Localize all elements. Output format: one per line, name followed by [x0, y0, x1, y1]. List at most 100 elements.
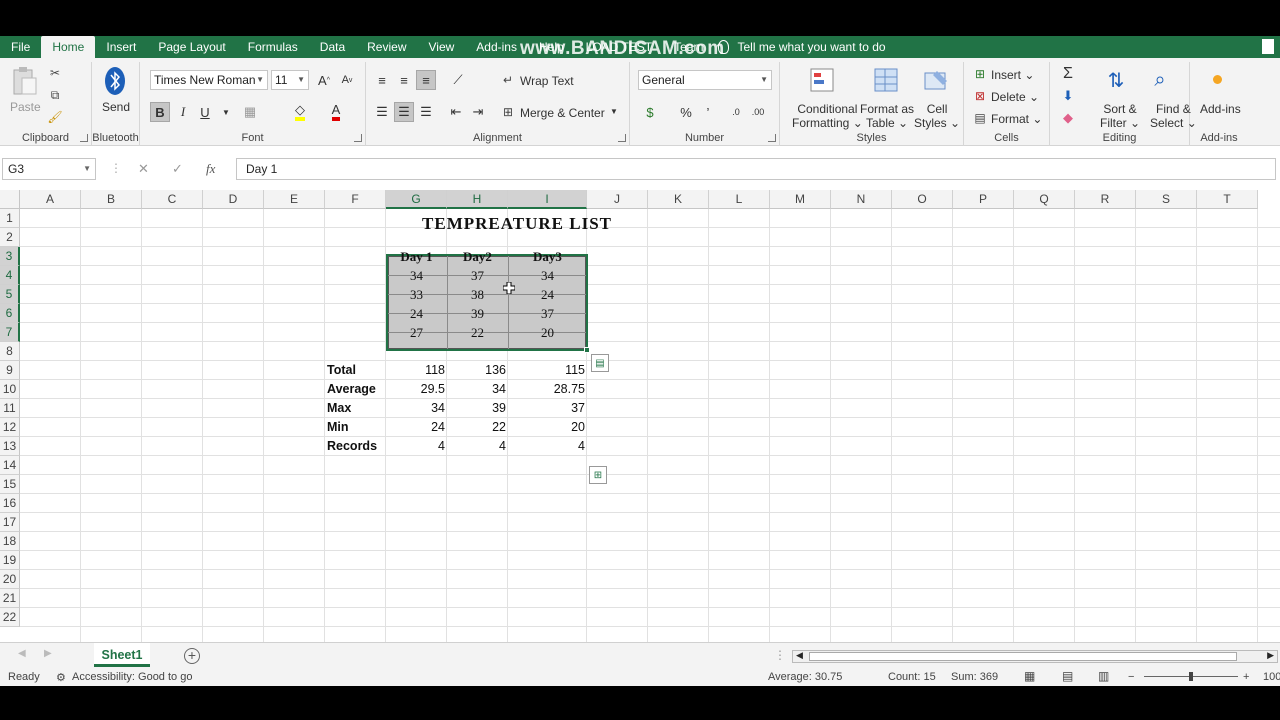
stat-value[interactable]: 20 [508, 418, 587, 437]
paste-icon[interactable] [10, 66, 38, 96]
row-header-14[interactable]: 14 [0, 456, 20, 475]
borders-icon[interactable]: ▦ [240, 102, 260, 122]
decrease-decimal-icon[interactable]: .00 [748, 102, 768, 122]
zoom-level[interactable]: 100 [1263, 671, 1280, 683]
column-header-e[interactable]: E [264, 190, 325, 209]
stat-value[interactable]: 4 [386, 437, 447, 456]
column-header-a[interactable]: A [20, 190, 81, 209]
table-cell[interactable]: 37 [447, 266, 508, 285]
stat-label[interactable]: Records [327, 437, 388, 456]
tab-formulas[interactable]: Formulas [237, 36, 309, 58]
row-header-1[interactable]: 1 [0, 209, 20, 228]
stat-value[interactable]: 4 [508, 437, 587, 456]
scroll-right-icon[interactable]: ▶ [44, 648, 52, 659]
zoom-out-icon[interactable]: − [1128, 671, 1134, 683]
table-cell[interactable]: 24 [508, 285, 587, 304]
scrollbar-thumb[interactable] [809, 652, 1237, 661]
column-header-f[interactable]: F [325, 190, 386, 209]
table-header[interactable]: Day 1 [386, 247, 447, 266]
column-header-k[interactable]: K [648, 190, 709, 209]
column-header-q[interactable]: Q [1014, 190, 1075, 209]
bold-button[interactable]: B [150, 102, 170, 122]
tab-page-layout[interactable]: Page Layout [147, 36, 236, 58]
column-header-c[interactable]: C [142, 190, 203, 209]
number-format-select[interactable]: General ▼ [638, 70, 772, 90]
zoom-slider-thumb[interactable] [1189, 672, 1193, 681]
stat-value[interactable]: 34 [447, 380, 508, 399]
row-header-2[interactable]: 2 [0, 228, 20, 247]
horizontal-scrollbar[interactable]: ◀ ▶ [792, 650, 1278, 663]
tell-me-box[interactable]: Tell me what you want to do [718, 40, 886, 54]
stat-value[interactable]: 4 [447, 437, 508, 456]
table-cell[interactable]: 34 [386, 266, 447, 285]
sheet-tab-sheet1[interactable]: Sheet1 [94, 643, 150, 667]
paste-options-icon[interactable]: ⊞ [589, 466, 607, 484]
stat-value[interactable]: 29.5 [386, 380, 447, 399]
page-layout-view-icon[interactable]: ▤ [1062, 669, 1073, 683]
format-painter-icon[interactable]: 🖌 [46, 108, 64, 126]
align-right-icon[interactable]: ☰ [416, 102, 436, 122]
increase-decimal-icon[interactable]: .0 [726, 102, 746, 122]
row-header-13[interactable]: 13 [0, 437, 20, 456]
row-header-6[interactable]: 6 [0, 304, 20, 323]
bluetooth-icon[interactable] [104, 66, 126, 96]
row-header-22[interactable]: 22 [0, 608, 20, 627]
table-cell[interactable]: 20 [508, 323, 587, 342]
row-header-3[interactable]: 3 [0, 247, 20, 266]
wrap-text-button[interactable]: Wrap Text [520, 74, 574, 88]
stat-value[interactable]: 118 [386, 361, 447, 380]
tab-data[interactable]: Data [309, 36, 356, 58]
row-header-10[interactable]: 10 [0, 380, 20, 399]
italic-button[interactable]: I [173, 102, 193, 122]
delete-cells-button[interactable]: Delete ⌄ [991, 90, 1039, 104]
stat-value[interactable]: 34 [386, 399, 447, 418]
accessibility-status[interactable]: Accessibility: Good to go [72, 671, 192, 683]
table-cell[interactable]: 33 [386, 285, 447, 304]
row-header-11[interactable]: 11 [0, 399, 20, 418]
table-cell[interactable]: 34 [508, 266, 587, 285]
row-header-19[interactable]: 19 [0, 551, 20, 570]
stat-value[interactable]: 136 [447, 361, 508, 380]
column-header-t[interactable]: T [1197, 190, 1258, 209]
table-cell[interactable]: 38 [447, 285, 508, 304]
ribbon-options-icon[interactable] [1262, 39, 1274, 54]
fill-color-icon[interactable]: ◇ [290, 102, 310, 122]
column-header-s[interactable]: S [1136, 190, 1197, 209]
shrink-font-icon[interactable]: Av [337, 70, 357, 90]
increase-indent-icon[interactable]: ⇥ [468, 102, 488, 122]
row-header-4[interactable]: 4 [0, 266, 20, 285]
fill-icon[interactable]: ⬇ [1058, 86, 1078, 106]
scroll-left-icon[interactable]: ◀ [18, 648, 26, 659]
row-header-20[interactable]: 20 [0, 570, 20, 589]
table-cell[interactable]: 39 [447, 304, 508, 323]
decrease-indent-icon[interactable]: ⇤ [446, 102, 466, 122]
row-header-16[interactable]: 16 [0, 494, 20, 513]
underline-dropdown-icon[interactable]: ▼ [216, 102, 236, 122]
format-cells-button[interactable]: Format ⌄ [991, 112, 1042, 126]
row-header-12[interactable]: 12 [0, 418, 20, 437]
add-sheet-icon[interactable]: + [184, 648, 200, 664]
row-header-15[interactable]: 15 [0, 475, 20, 494]
stat-value[interactable]: 28.75 [508, 380, 587, 399]
grow-font-icon[interactable]: A ^ [314, 70, 334, 90]
align-top-icon[interactable]: ≡ [372, 70, 392, 90]
page-break-view-icon[interactable]: ▥ [1098, 669, 1109, 683]
name-box[interactable]: G3 ▼ [2, 158, 96, 180]
column-header-o[interactable]: O [892, 190, 953, 209]
tab-splitter-icon[interactable]: ⋮ [774, 648, 786, 662]
column-header-d[interactable]: D [203, 190, 264, 209]
autosum-icon[interactable]: Σ [1058, 64, 1078, 84]
column-header-j[interactable]: J [587, 190, 648, 209]
addins-button[interactable]: Add-ins [1200, 102, 1241, 116]
font-launcher-icon[interactable] [354, 134, 362, 142]
column-header-g[interactable]: G [386, 190, 447, 209]
row-header-5[interactable]: 5 [0, 285, 20, 304]
table-header[interactable]: Day2 [447, 247, 508, 266]
sort-filter-button[interactable]: Sort & Filter ⌄ [1100, 102, 1140, 130]
cell-styles-button[interactable]: Cell Styles ⌄ [914, 102, 960, 130]
row-header-17[interactable]: 17 [0, 513, 20, 532]
comma-button[interactable]: ’ [698, 102, 718, 122]
addins-icon[interactable] [1210, 72, 1224, 86]
row-header-7[interactable]: 7 [0, 323, 20, 342]
row-header-21[interactable]: 21 [0, 589, 20, 608]
